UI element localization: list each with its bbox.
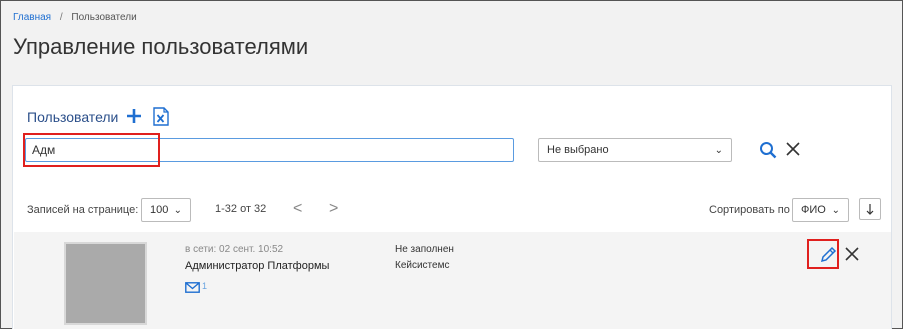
search-input[interactable] [25, 138, 514, 162]
sort-label: Сортировать по [709, 204, 790, 216]
chevron-down-icon: ⌄ [714, 144, 723, 156]
filter-select-value: Не выбрано [547, 144, 609, 156]
user-row: в сети: 02 сент. 10:52 Администратор Пла… [14, 232, 891, 329]
next-page-button[interactable]: > [329, 200, 338, 218]
user-name[interactable]: Администратор Платформы [185, 260, 329, 272]
app-frame: Главная / Пользователи Управление пользо… [0, 0, 903, 329]
breadcrumb: Главная / Пользователи [13, 12, 137, 23]
avatar [64, 242, 147, 325]
users-panel: Пользователи Не выбрано ⌄ Записей на стр… [12, 85, 892, 329]
breadcrumb-current: Пользователи [71, 12, 137, 23]
breadcrumb-home-link[interactable]: Главная [13, 12, 51, 23]
chevron-down-icon: ⌄ [173, 204, 182, 216]
user-status: в сети: 02 сент. 10:52 [185, 244, 284, 255]
plus-icon[interactable] [126, 108, 142, 124]
filter-select[interactable]: Не выбрано ⌄ [538, 138, 732, 162]
mail-icon[interactable] [185, 282, 200, 293]
close-icon[interactable] [844, 246, 860, 262]
user-info-organization: Кейсистемс [395, 260, 450, 271]
close-icon[interactable] [785, 141, 801, 157]
page-range: 1-32 от 32 [215, 203, 267, 215]
per-page-value: 100 [150, 204, 169, 216]
sort-value: ФИО [801, 204, 826, 216]
per-page-label: Записей на странице: [27, 204, 139, 216]
page-title: Управление пользователями [13, 34, 309, 59]
prev-page-button[interactable]: < [293, 200, 302, 218]
sort-direction-button[interactable] [859, 198, 881, 220]
excel-icon[interactable] [153, 107, 169, 126]
user-info-position: Не заполнен [395, 244, 454, 255]
search-icon[interactable] [759, 141, 777, 159]
chevron-down-icon: ⌄ [831, 204, 840, 216]
sort-select[interactable]: ФИО ⌄ [792, 198, 849, 222]
mail-count: 1 [202, 281, 208, 291]
arrow-down-icon [866, 204, 874, 215]
pencil-icon[interactable] [819, 246, 837, 264]
panel-title: Пользователи [27, 109, 119, 125]
breadcrumb-separator: / [59, 12, 63, 23]
per-page-select[interactable]: 100 ⌄ [141, 198, 191, 222]
